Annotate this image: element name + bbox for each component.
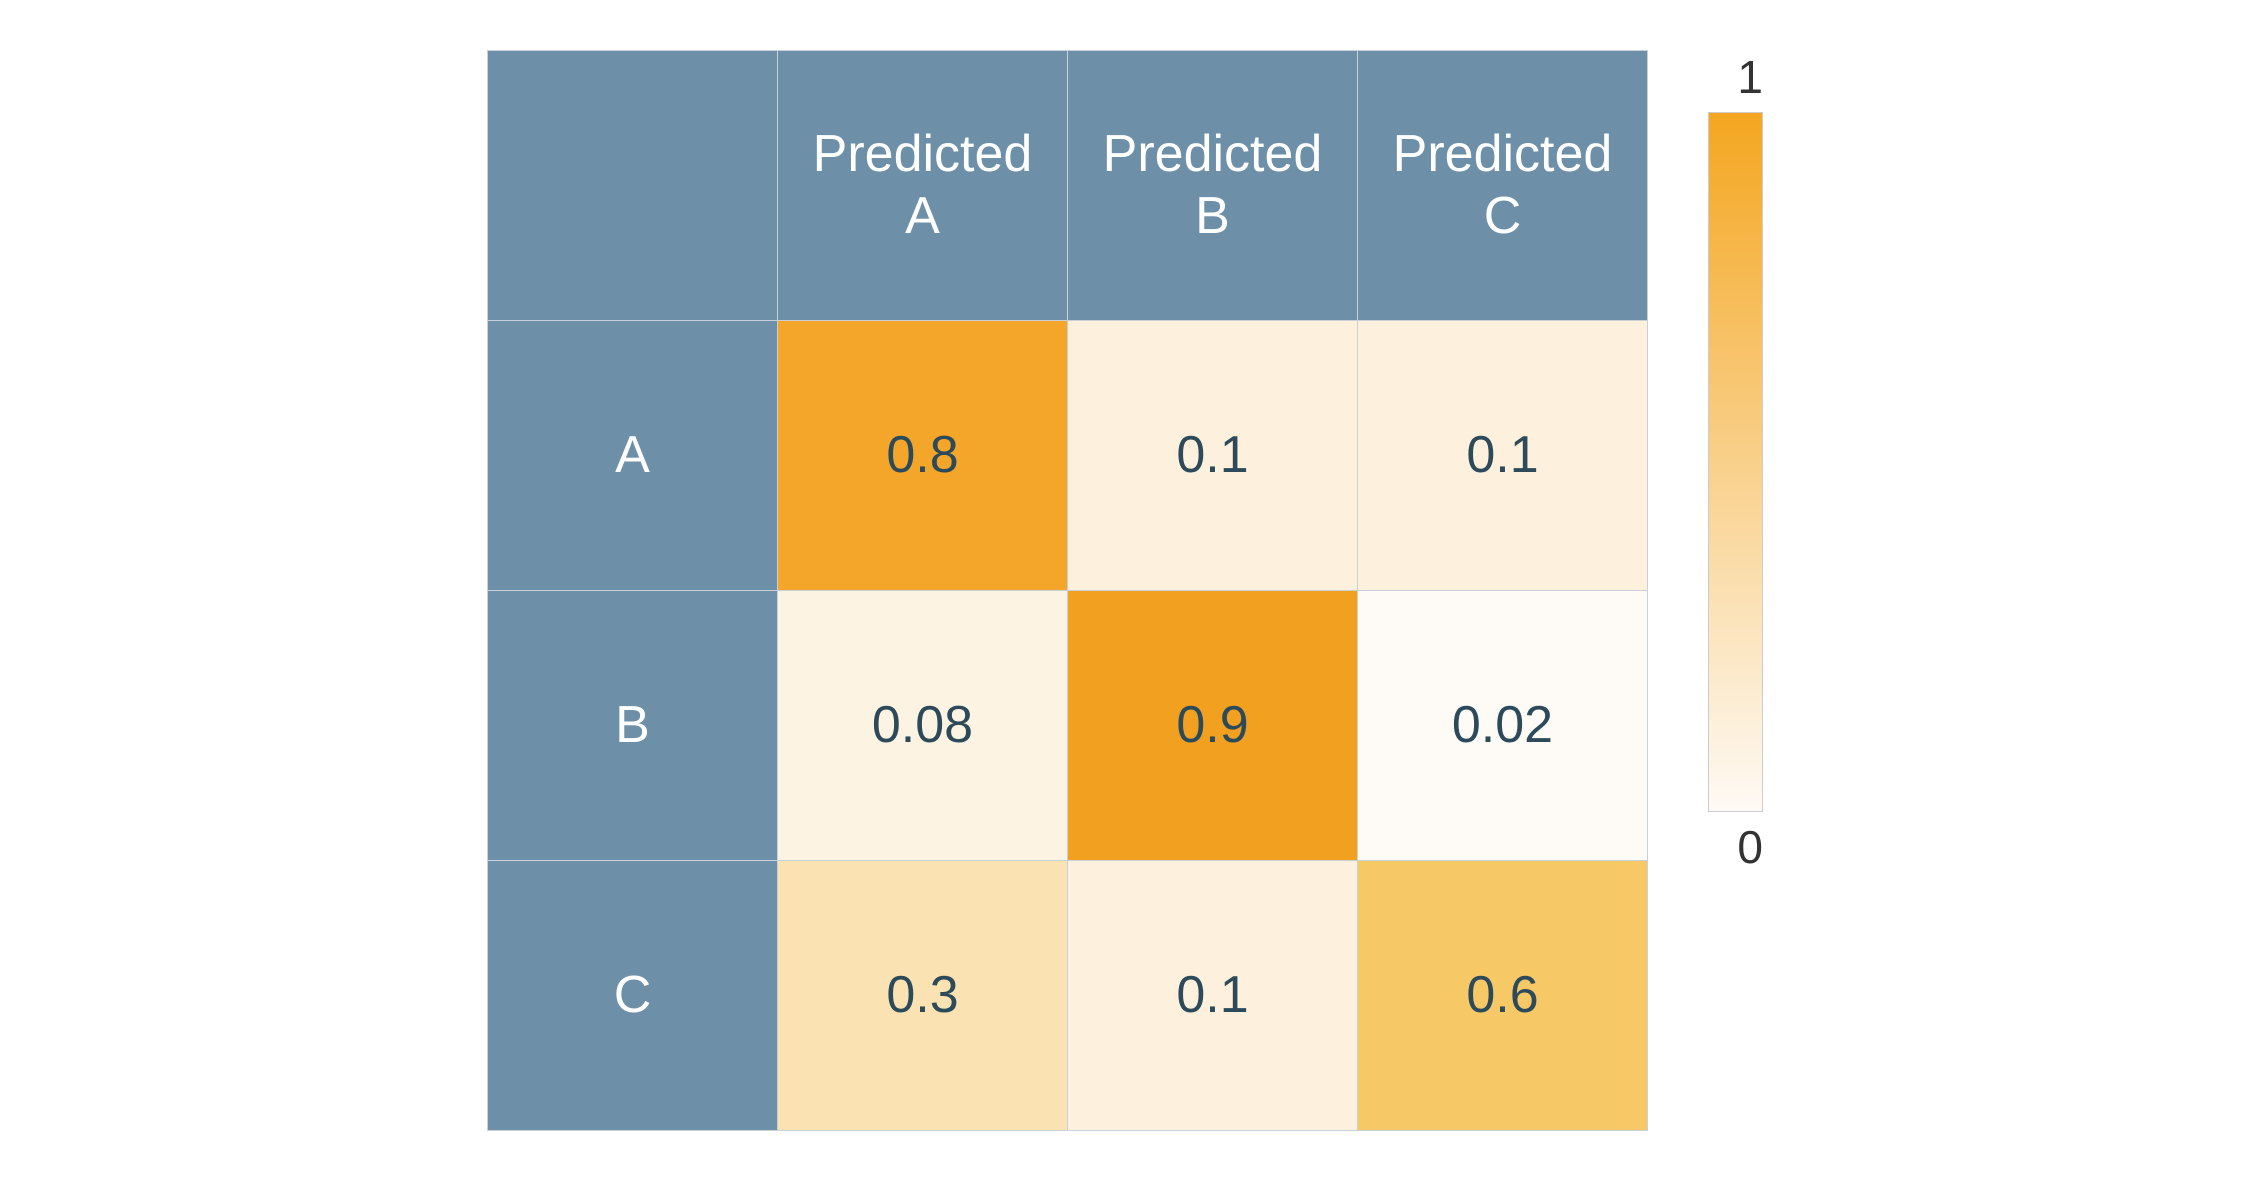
header-empty-cell [488, 50, 778, 320]
row-label-a: A [488, 320, 778, 590]
header-predicted-c: PredictedC [1358, 50, 1648, 320]
cell-a-a: 0.8 [778, 320, 1068, 590]
confusion-matrix: PredictedA PredictedB PredictedC A 0.8 0… [487, 50, 1648, 1131]
header-row: PredictedA PredictedB PredictedC [488, 50, 1648, 320]
main-container: PredictedA PredictedB PredictedC A 0.8 0… [487, 50, 1763, 1131]
cell-c-a: 0.3 [778, 860, 1068, 1130]
cell-a-c: 0.1 [1358, 320, 1648, 590]
cell-b-b: 0.9 [1068, 590, 1358, 860]
cell-b-c: 0.02 [1358, 590, 1648, 860]
cell-b-a: 0.08 [778, 590, 1068, 860]
row-a: A 0.8 0.1 0.1 [488, 320, 1648, 590]
row-label-c: C [488, 860, 778, 1130]
colorbar-max-label: 1 [1737, 50, 1763, 104]
row-c: C 0.3 0.1 0.6 [488, 860, 1648, 1130]
cell-a-b: 0.1 [1068, 320, 1358, 590]
header-predicted-a: PredictedA [778, 50, 1068, 320]
row-b: B 0.08 0.9 0.02 [488, 590, 1648, 860]
colorbar-min-label: 0 [1737, 820, 1763, 874]
row-label-b: B [488, 590, 778, 860]
cell-c-b: 0.1 [1068, 860, 1358, 1130]
colorbar-bar [1708, 112, 1763, 812]
colorbar-wrapper: 1 0 [1708, 50, 1763, 874]
cell-c-c: 0.6 [1358, 860, 1648, 1130]
header-predicted-b: PredictedB [1068, 50, 1358, 320]
